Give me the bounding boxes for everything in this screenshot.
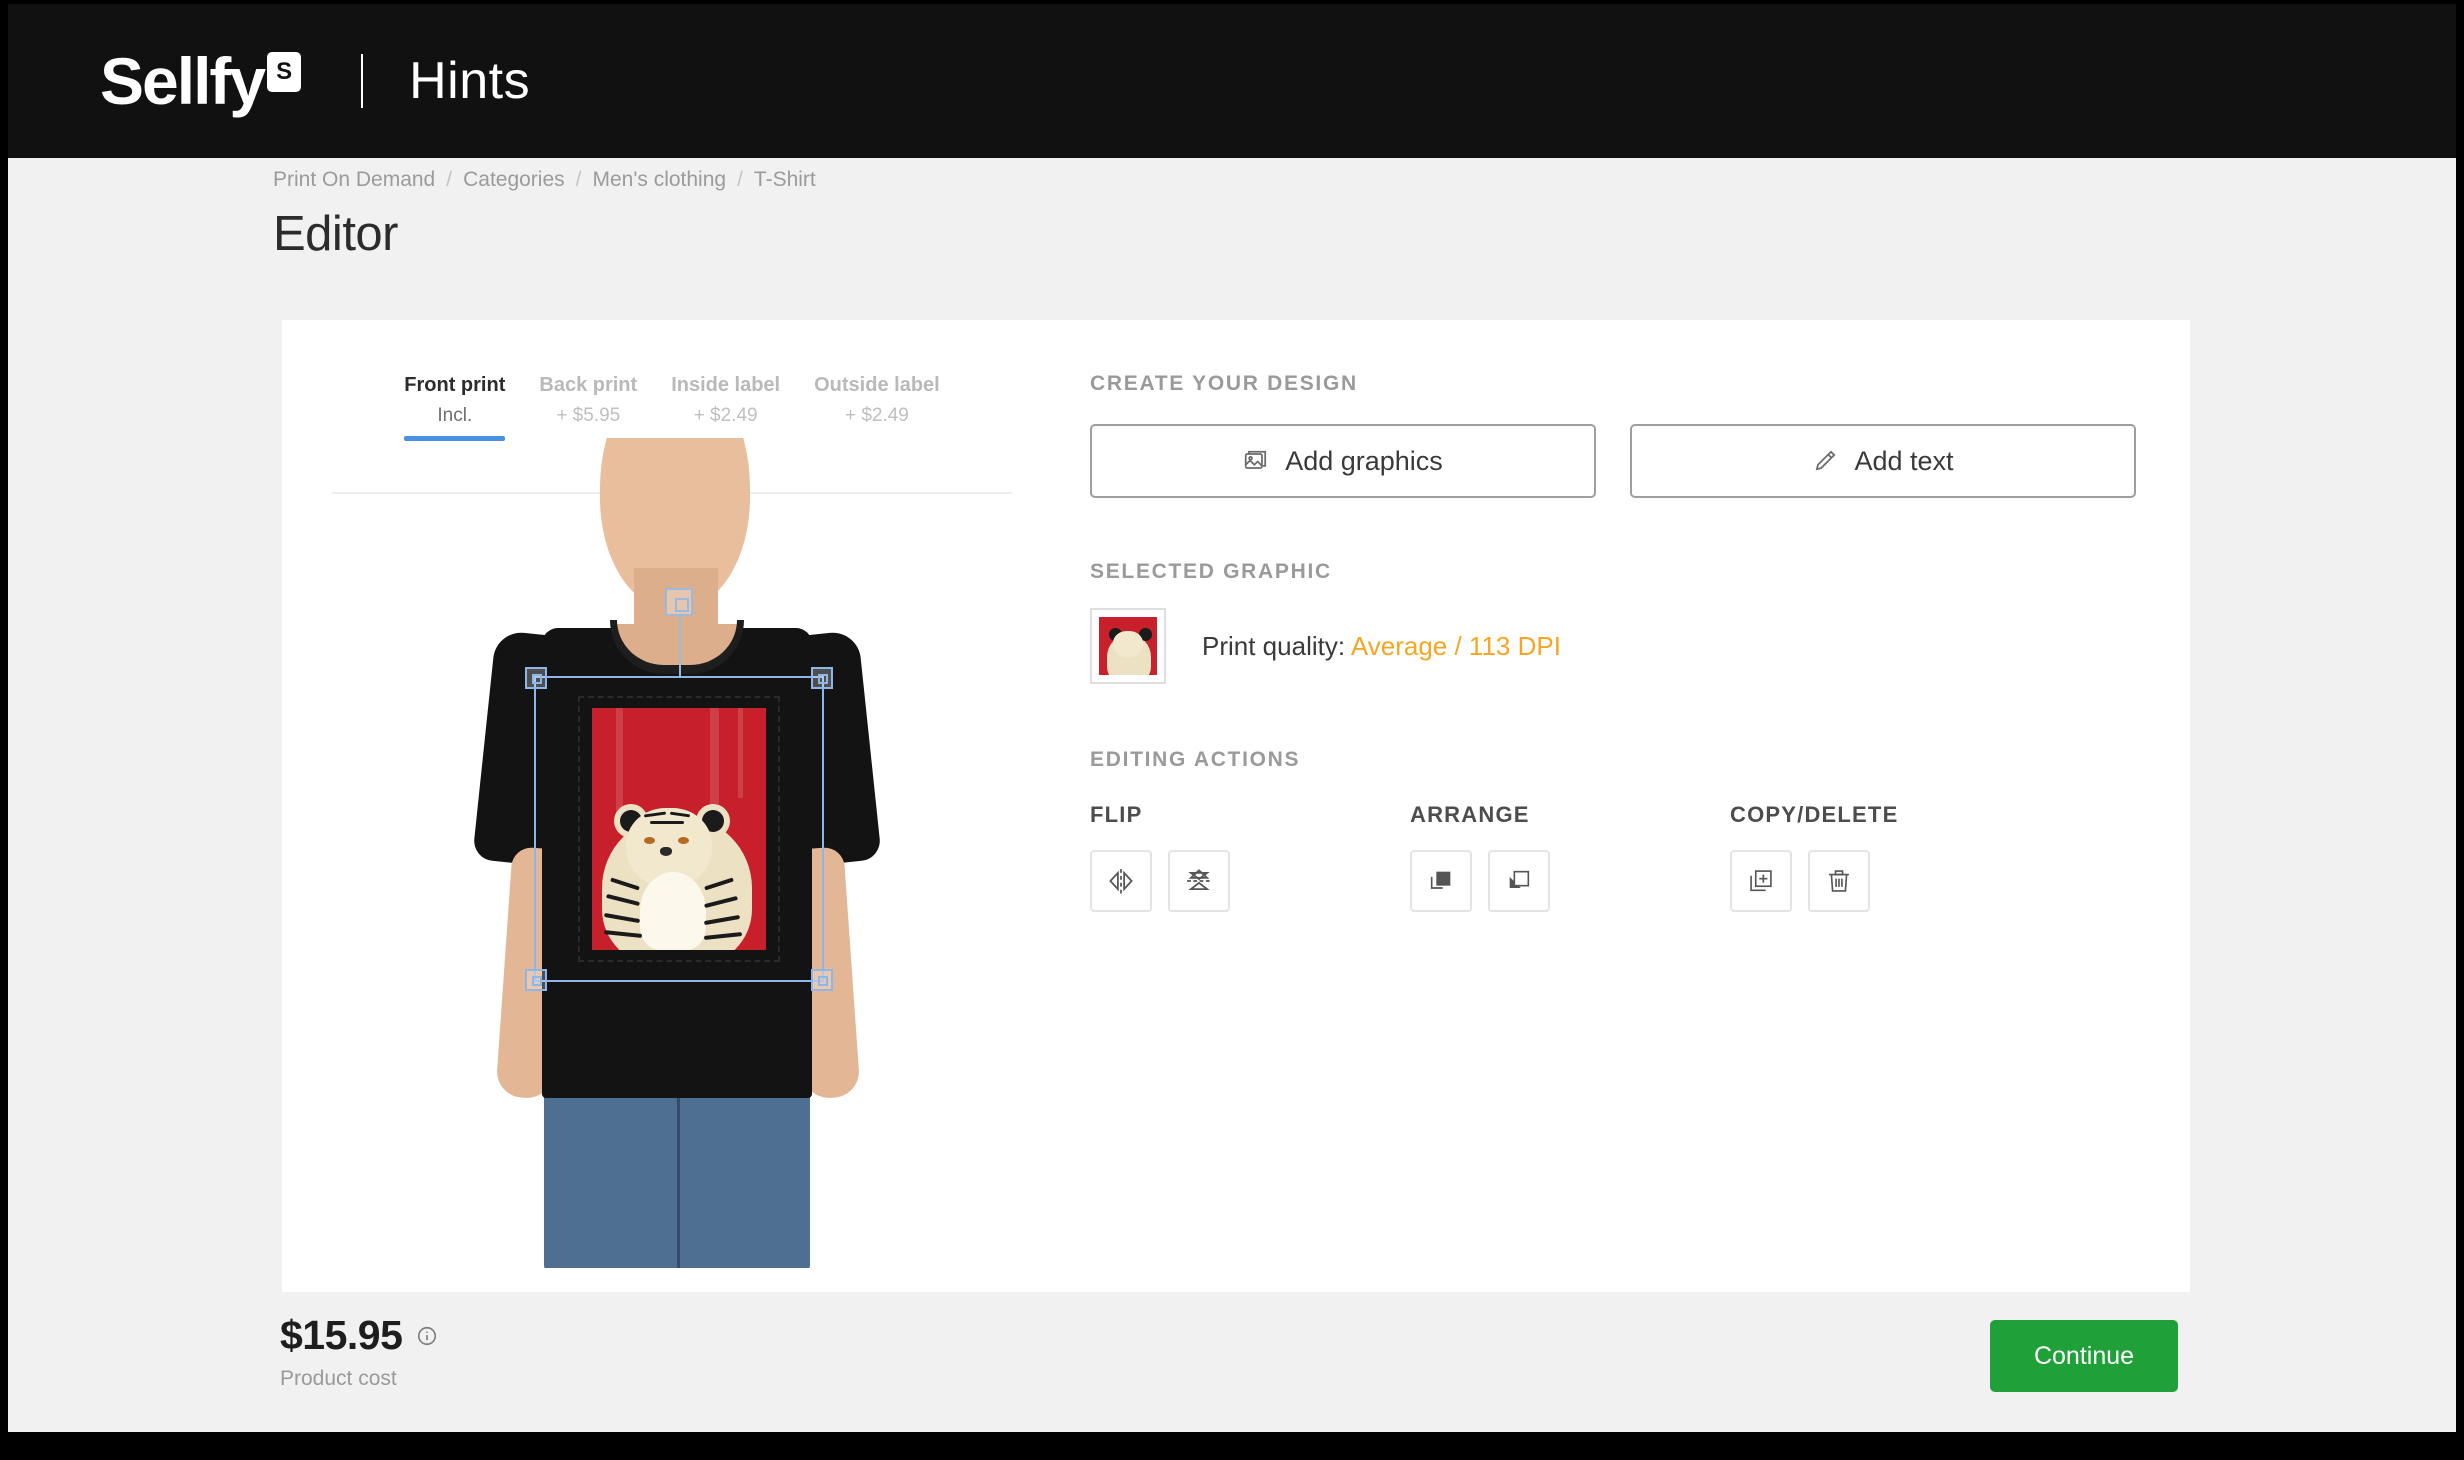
tab-price: Incl. (437, 405, 473, 426)
breadcrumb-separator: / (575, 168, 582, 191)
breadcrumb-item-mens-clothing[interactable]: Men's clothing (593, 168, 727, 192)
delete-button[interactable] (1808, 850, 1870, 912)
top-bar: Sellfy S Hints (8, 4, 2456, 158)
continue-button[interactable]: Continue (1990, 1320, 2178, 1392)
flip-vertical-icon (1184, 866, 1214, 896)
price-line: $15.95 (280, 1312, 438, 1359)
tab-label: Back print (539, 374, 638, 396)
price-caption: Product cost (280, 1367, 397, 1390)
flip-group-label: Flip (1090, 802, 1143, 827)
page-title: Editor (273, 207, 399, 261)
tab-front-print[interactable]: Front print Incl. (404, 374, 506, 441)
breadcrumb-item-print-on-demand[interactable]: Print On Demand (273, 168, 435, 192)
trash-icon (1825, 867, 1853, 895)
topbar-title: Hints (409, 52, 531, 110)
print-quality-label: Print quality: (1202, 630, 1346, 661)
create-design-heading: Create your design (1090, 372, 1358, 395)
breadcrumb-separator: / (737, 168, 743, 191)
info-icon[interactable] (416, 1325, 438, 1347)
arrange-group-label: Arrange (1410, 802, 1530, 827)
breadcrumb-item-categories[interactable]: Categories (463, 168, 565, 192)
topbar-divider (361, 54, 364, 108)
tab-price: + $2.49 (693, 405, 758, 426)
selected-graphic-row: Print quality: Average / 113 DPI (1090, 608, 2136, 684)
flip-vertical-button[interactable] (1168, 850, 1230, 912)
tab-price: + $2.49 (844, 405, 909, 426)
copy-delete-group-label: Copy/Delete (1730, 802, 1899, 827)
resize-handle-bottom-left[interactable] (525, 969, 547, 991)
sellfy-logo[interactable]: Sellfy S (100, 44, 302, 118)
breadcrumb-separator: / (446, 168, 453, 191)
resize-handle-top-left[interactable] (525, 667, 547, 689)
copy-delete-buttons (1730, 850, 1898, 912)
print-area-tabs: Front print Incl. Back print + $5.95 Ins… (332, 374, 1012, 441)
flip-group: Flip (1090, 802, 1410, 912)
thumbnail-image (1099, 617, 1157, 675)
rotate-handle[interactable] (665, 588, 693, 616)
editing-actions-row: Flip (1090, 802, 2136, 912)
arrange-group: Arrange (1410, 802, 1730, 912)
bring-to-front-icon (1427, 867, 1455, 895)
copy-delete-group: Copy/Delete (1730, 802, 1898, 912)
tab-inside-label[interactable]: Inside label + $2.49 (671, 374, 780, 436)
tab-label: Inside label (671, 374, 781, 396)
print-quality-text: Print quality: Average / 113 DPI (1202, 631, 1561, 662)
logo-wordmark: Sellfy (100, 44, 266, 118)
selected-graphic-heading: Selected graphic (1090, 560, 1332, 583)
image-icon (1243, 448, 1269, 474)
send-to-back-button[interactable] (1488, 850, 1550, 912)
create-design-buttons: Add graphics Add text (1090, 424, 2136, 498)
breadcrumb-item-t-shirt[interactable]: T-Shirt (754, 168, 816, 192)
editing-actions-heading: Editing actions (1090, 748, 1301, 771)
breadcrumb: Print On Demand / Categories / Men's clo… (273, 168, 816, 192)
arrange-buttons (1410, 850, 1730, 912)
editor-card: Front print Incl. Back print + $5.95 Ins… (282, 320, 2190, 1292)
model-jeans (544, 1083, 810, 1268)
flip-buttons (1090, 850, 1410, 912)
editor-controls-panel: Create your design Add graphics (1082, 320, 2190, 1292)
selection-bounding-box[interactable] (525, 588, 833, 991)
add-graphics-button[interactable]: Add graphics (1090, 424, 1596, 498)
duplicate-button[interactable] (1730, 850, 1792, 912)
logo-badge-icon: S (267, 52, 302, 92)
send-to-back-icon (1505, 867, 1533, 895)
print-quality-value: Average / 113 DPI (1350, 630, 1561, 661)
resize-handle-top-right[interactable] (811, 667, 833, 689)
rotate-stem (679, 616, 681, 678)
pencil-icon (1812, 448, 1838, 474)
bring-to-front-button[interactable] (1410, 850, 1472, 912)
tab-price: + $5.95 (556, 405, 621, 426)
tab-back-print[interactable]: Back print + $5.95 (539, 374, 637, 436)
tab-label: Outside label (814, 374, 940, 396)
tab-outside-label[interactable]: Outside label + $2.49 (814, 374, 940, 436)
flip-horizontal-button[interactable] (1090, 850, 1152, 912)
resize-handle-bottom-right[interactable] (811, 969, 833, 991)
add-graphics-label: Add graphics (1285, 445, 1443, 476)
duplicate-icon (1747, 867, 1775, 895)
tab-label: Front print (404, 374, 506, 396)
flip-horizontal-icon (1106, 866, 1136, 896)
tshirt-mockup[interactable] (412, 438, 942, 1268)
app-frame: Sellfy S Hints Print On Demand / Categor… (8, 4, 2456, 1432)
product-preview-pane: Front print Incl. Back print + $5.95 Ins… (282, 320, 1082, 1292)
add-text-label: Add text (1854, 445, 1954, 476)
price-block: $15.95 Product cost (280, 1312, 438, 1391)
selected-graphic-thumbnail[interactable] (1090, 608, 1166, 684)
product-price: $15.95 (280, 1312, 403, 1358)
add-text-button[interactable]: Add text (1630, 424, 2136, 498)
